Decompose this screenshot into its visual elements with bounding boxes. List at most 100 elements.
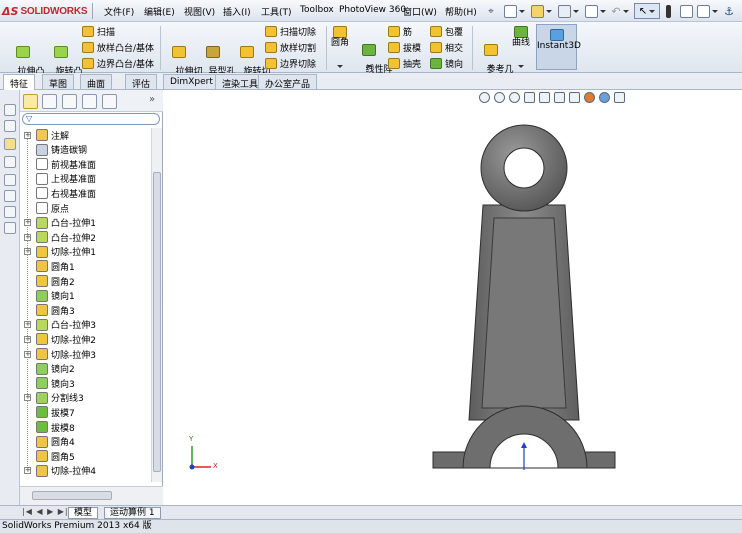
- pin-icon[interactable]: ⌖: [484, 3, 498, 19]
- loft-boss-button[interactable]: 放样凸台/基体: [82, 40, 154, 54]
- menu-toolbox[interactable]: Toolbox: [300, 5, 334, 19]
- menu-view[interactable]: 视图(V): [184, 5, 215, 19]
- tab-motion-study[interactable]: 运动算例 1: [104, 507, 161, 519]
- apply-scene-icon[interactable]: [599, 91, 610, 103]
- rib-button[interactable]: 筋: [388, 24, 412, 38]
- boundary-cut-button[interactable]: 边界切除: [265, 56, 316, 70]
- menu-window[interactable]: 窗口(W): [403, 5, 437, 19]
- lofted-cut-button[interactable]: 放样切割: [265, 40, 316, 54]
- tree-node[interactable]: 镜向2: [36, 362, 75, 376]
- expand-chevron-icon[interactable]: »: [149, 94, 155, 105]
- tab-sketch[interactable]: 草图: [42, 74, 75, 90]
- tree-node[interactable]: + 凸台-拉伸3: [24, 318, 96, 332]
- boundary-boss-button[interactable]: 边界凸台/基体: [82, 56, 154, 70]
- tree-node[interactable]: 圆角4: [36, 435, 75, 449]
- expand-toggle-icon[interactable]: +: [24, 321, 31, 329]
- expand-toggle-icon[interactable]: +: [24, 219, 31, 227]
- tree-node[interactable]: 原点: [36, 201, 69, 215]
- rebuild-button[interactable]: [696, 3, 718, 19]
- zoom-to-area-icon[interactable]: [494, 91, 505, 103]
- menu-photoview[interactable]: PhotoView 360: [339, 5, 406, 19]
- property-manager-tab-icon[interactable]: [42, 94, 57, 109]
- resources-icon[interactable]: [4, 104, 16, 116]
- configuration-tab-icon[interactable]: [62, 94, 77, 109]
- menu-insert[interactable]: 插入(I): [223, 5, 251, 19]
- select-button[interactable]: ↖: [634, 3, 660, 19]
- draft-button[interactable]: 拔模: [388, 40, 421, 54]
- tree-node[interactable]: 圆角1: [36, 259, 75, 273]
- tree-node[interactable]: 铸造碳钢: [36, 143, 87, 157]
- file-explorer-icon[interactable]: [4, 138, 16, 150]
- tab-surfaces[interactable]: 曲面: [80, 74, 113, 90]
- expand-toggle-icon[interactable]: +: [24, 467, 31, 475]
- tree-node[interactable]: 前视基准面: [36, 157, 96, 171]
- reference-dropdown-icon[interactable]: [488, 65, 494, 68]
- appearances-icon[interactable]: [4, 190, 16, 202]
- curves-dropdown-icon[interactable]: [518, 65, 524, 68]
- tree-node[interactable]: + 切除-拉伸2: [24, 332, 96, 346]
- tab-features[interactable]: 特征: [3, 74, 36, 90]
- anchor-icon[interactable]: ⚓: [722, 3, 736, 19]
- tree-node[interactable]: + 切除-拉伸3: [24, 347, 96, 361]
- expand-toggle-icon[interactable]: +: [24, 233, 31, 241]
- tree-vertical-scrollbar[interactable]: [151, 128, 162, 482]
- tab-evaluate[interactable]: 评估: [125, 74, 158, 90]
- menu-tools[interactable]: 工具(T): [261, 5, 292, 19]
- tree-node[interactable]: 上视基准面: [36, 172, 96, 186]
- tree-node[interactable]: 拔模7: [36, 405, 75, 419]
- tree-node[interactable]: 镜向3: [36, 376, 75, 390]
- feature-tree-tab-icon[interactable]: [23, 94, 38, 109]
- tree-node[interactable]: 拔模8: [36, 420, 75, 434]
- tree-node[interactable]: 圆角3: [36, 303, 75, 317]
- zoom-to-fit-icon[interactable]: [479, 91, 490, 103]
- curves-button[interactable]: 曲线: [510, 26, 532, 48]
- tab-model[interactable]: 模型: [68, 507, 99, 519]
- hide-show-items-icon[interactable]: [569, 91, 580, 103]
- expand-toggle-icon[interactable]: +: [24, 394, 31, 402]
- dimxpert-tab-icon[interactable]: [82, 94, 97, 109]
- shell-button[interactable]: 抽壳: [388, 56, 421, 70]
- tree-node[interactable]: 圆角2: [36, 274, 75, 288]
- new-document-button[interactable]: [503, 3, 525, 19]
- traffic-light-icon[interactable]: [662, 3, 674, 19]
- edit-appearance-icon[interactable]: [584, 91, 595, 103]
- tree-node[interactable]: + 分割线3: [24, 391, 84, 405]
- menu-file[interactable]: 文件(F): [104, 5, 134, 19]
- expand-toggle-icon[interactable]: +: [24, 350, 31, 358]
- swept-cut-button[interactable]: 扫描切除: [265, 24, 316, 38]
- search-icon[interactable]: [4, 156, 16, 168]
- expand-toggle-icon[interactable]: +: [24, 131, 31, 139]
- display-manager-tab-icon[interactable]: [102, 94, 117, 109]
- fillet-dropdown-icon[interactable]: [337, 65, 343, 68]
- tree-node[interactable]: 镜向1: [36, 289, 75, 303]
- view-palette-icon[interactable]: [4, 174, 16, 186]
- section-view-icon[interactable]: [524, 91, 535, 103]
- tree-node[interactable]: + 凸台-拉伸2: [24, 230, 96, 244]
- expand-toggle-icon[interactable]: +: [24, 335, 31, 343]
- expand-toggle-icon[interactable]: +: [24, 248, 31, 256]
- tab-navigation-arrows-icon[interactable]: |◀ ◀ ▶ ▶|: [22, 507, 69, 516]
- tab-office-products[interactable]: 办公室产品: [258, 74, 318, 90]
- tree-node[interactable]: + 注解: [24, 128, 69, 142]
- tree-filter-input[interactable]: ▽: [22, 113, 160, 125]
- previous-view-icon[interactable]: [509, 91, 520, 103]
- sweep-button[interactable]: 扫描: [82, 24, 115, 38]
- tree-node[interactable]: 圆角5: [36, 449, 75, 463]
- open-button[interactable]: [530, 3, 552, 19]
- tree-node[interactable]: + 切除-拉伸4: [24, 464, 96, 478]
- wrap-button[interactable]: 包覆: [430, 24, 463, 38]
- display-style-icon[interactable]: [554, 91, 565, 103]
- menu-edit[interactable]: 编辑(E): [144, 5, 175, 19]
- tree-node[interactable]: + 凸台-拉伸1: [24, 216, 96, 230]
- solidworks-logo[interactable]: ΔS SOLIDWORKS: [2, 2, 90, 20]
- scroll-thumb[interactable]: [32, 491, 112, 500]
- menu-help[interactable]: 帮助(H): [445, 5, 477, 19]
- scroll-thumb[interactable]: [153, 172, 161, 472]
- intersect-button[interactable]: 相交: [430, 40, 463, 54]
- tab-dimxpert[interactable]: DimXpert: [163, 74, 220, 89]
- graphics-area[interactable]: Y X: [163, 90, 742, 505]
- library-icon[interactable]: [4, 120, 16, 132]
- mirror-button[interactable]: 镜向: [430, 56, 463, 70]
- save-button[interactable]: [557, 3, 579, 19]
- options-button[interactable]: [679, 3, 693, 19]
